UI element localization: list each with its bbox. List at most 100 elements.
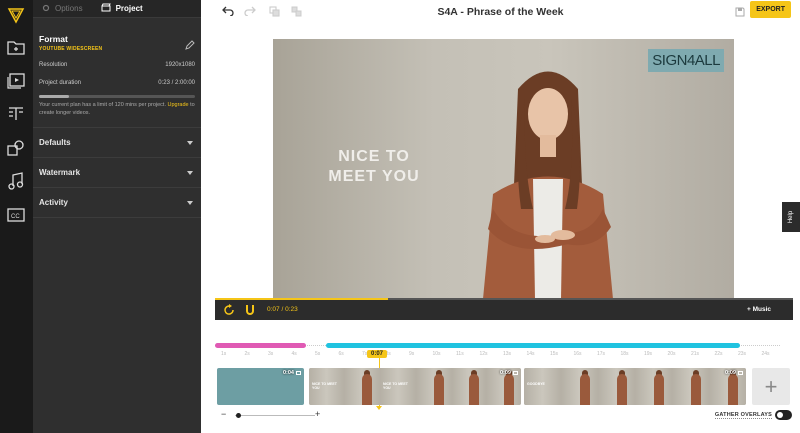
format-subtitle: YOUTUBE WIDESCREEN [39, 46, 103, 52]
captions-icon[interactable]: CC [5, 204, 27, 226]
playhead-time[interactable]: 0:07 [367, 350, 388, 358]
ruler-tick: 2s [244, 351, 250, 357]
tab-project[interactable]: Project [92, 0, 152, 18]
gear-icon [42, 4, 50, 14]
clip-duration-text: 0:04 [282, 370, 294, 376]
help-tab[interactable]: Help [782, 202, 800, 232]
replay-icon[interactable] [223, 303, 235, 321]
clip-frame [452, 368, 486, 405]
clip-frame [672, 368, 709, 405]
clip-frame: NICE TO MEET YOU [380, 368, 416, 405]
zoom-in-button[interactable]: + [315, 409, 320, 419]
media-folder-icon[interactable] [5, 36, 27, 58]
ruler-tick: 22s [714, 351, 723, 357]
zoom-out-button[interactable]: − [221, 409, 226, 419]
time-separator: / [281, 306, 284, 313]
ruler-tick: 17s [597, 351, 606, 357]
player-bar: 0:07 / 0:23 + Music [215, 298, 793, 320]
video-clip[interactable]: NICE TO MEET YOU NICE TO MEET YOU 0:09 [309, 368, 521, 405]
resolution-row: Resolution 1920x1080 [39, 62, 195, 68]
icon-rail: CC [0, 0, 33, 433]
export-button[interactable]: EXPORT [750, 1, 791, 18]
ruler-tick: 12s [479, 351, 488, 357]
ruler-tick: 19s [644, 351, 653, 357]
magnet-icon[interactable] [245, 303, 255, 321]
zoom-handle[interactable] [236, 413, 241, 418]
current-time: 0:07 [267, 306, 280, 313]
text-icon[interactable] [5, 103, 27, 125]
frame-label: NICE TO MEET YOU [383, 382, 408, 390]
ruler-tick: 20s [667, 351, 676, 357]
video-clip[interactable]: 0:04 [217, 368, 304, 405]
video-library-icon[interactable] [5, 70, 27, 92]
ruler-tick: 21s [691, 351, 700, 357]
panel-tabs: Options Project [33, 0, 201, 18]
settings-panel: Options Project Format YOUTUBE WIDESCREE… [33, 0, 201, 433]
timeline: 1s 2s 3s 4s 5s 6s 7s 8s 9s 10s 11s 12s 13s 14s 15s 16s 1… [201, 320, 800, 433]
gather-overlays-label: GATHER OVERLAYS [714, 412, 772, 419]
format-header: Format YOUTUBE WIDESCREEN [39, 34, 195, 52]
upgrade-link[interactable]: Upgrade [168, 102, 189, 108]
frame-label: NICE TO MEET YOU [312, 382, 337, 390]
video-clip[interactable]: GOODBYE 0:09 [524, 368, 746, 405]
video-preview[interactable]: SIGN4ALL NICE TO MEET YOU [273, 39, 734, 298]
duration-label: Project duration [39, 80, 82, 86]
section-activity[interactable]: Activity [33, 187, 201, 217]
tab-project-label: Project [115, 4, 143, 13]
ruler-tick: 18s [620, 351, 629, 357]
project-title[interactable]: S4A - Phrase of the Week [201, 6, 800, 18]
frame-label: GOODBYE [527, 382, 545, 386]
tab-options[interactable]: Options [33, 0, 92, 18]
ruler-tick: 14s [526, 351, 535, 357]
section-defaults[interactable]: Defaults [33, 127, 201, 157]
shapes-icon[interactable] [5, 137, 27, 159]
ruler-tick: 6s [338, 351, 344, 357]
playhead-marker [376, 406, 382, 410]
music-icon[interactable] [5, 170, 27, 192]
image-icon [738, 371, 743, 375]
ruler-tick: 23s [738, 351, 747, 357]
overlay-line-2: MEET YOU [328, 168, 420, 185]
clip-duration-text: 0:09 [499, 370, 511, 376]
zoom-track[interactable] [235, 415, 315, 416]
plan-note: Your current plan has a limit of 120 min… [39, 101, 195, 117]
total-time: 0:23 [285, 306, 298, 313]
seek-progress [215, 298, 389, 300]
section-watermark[interactable]: Watermark [33, 157, 201, 187]
add-music-button[interactable]: + Music [747, 306, 771, 313]
text-overlay[interactable]: NICE TO MEET YOU [309, 147, 439, 187]
ruler-tick: 5s [315, 351, 321, 357]
edit-format-icon[interactable] [185, 37, 195, 55]
overlay-bar-pink[interactable] [215, 343, 306, 348]
chevron-down-icon [187, 140, 193, 145]
ruler-tick: 9s [409, 351, 415, 357]
clip-frame [561, 368, 598, 405]
clip-frame [344, 368, 380, 405]
chevron-down-icon [187, 170, 193, 175]
save-icon[interactable] [735, 4, 745, 22]
resolution-value: 1920x1080 [165, 62, 195, 68]
clip-duration: 0:09 [500, 370, 518, 376]
duration-progress-bar [39, 95, 195, 98]
image-icon [296, 371, 301, 375]
section-activity-label: Activity [39, 198, 68, 207]
duration-row: Project duration 0:23 / 2:00:00 [39, 80, 195, 86]
clip-frame [598, 368, 635, 405]
clip-duration: 0:04 [283, 370, 301, 376]
gather-overlays-toggle[interactable] [775, 410, 792, 420]
ruler-tick: 13s [503, 351, 512, 357]
ruler-tick: 10s [432, 351, 441, 357]
format-title: Format [39, 34, 68, 44]
section-watermark-label: Watermark [39, 168, 81, 177]
app-logo-icon[interactable] [5, 4, 27, 26]
ruler-tick: 3s [268, 351, 274, 357]
tab-options-label: Options [55, 4, 83, 13]
add-clip-button[interactable]: + [752, 368, 790, 405]
ruler-tick: 24s [761, 351, 770, 357]
zoom-control: − + [221, 409, 321, 421]
overlay-bar-cyan[interactable] [326, 343, 740, 348]
plan-note-text: Your current plan has a limit of 120 min… [39, 102, 166, 108]
ruler-tick: 11s [456, 351, 464, 357]
duration-value: 0:23 / 2:00:00 [158, 80, 195, 86]
timeline-ruler[interactable]: 1s 2s 3s 4s 5s 6s 7s 8s 9s 10s 11s 12s 13s 14s 15s 16s 1… [217, 351, 782, 359]
